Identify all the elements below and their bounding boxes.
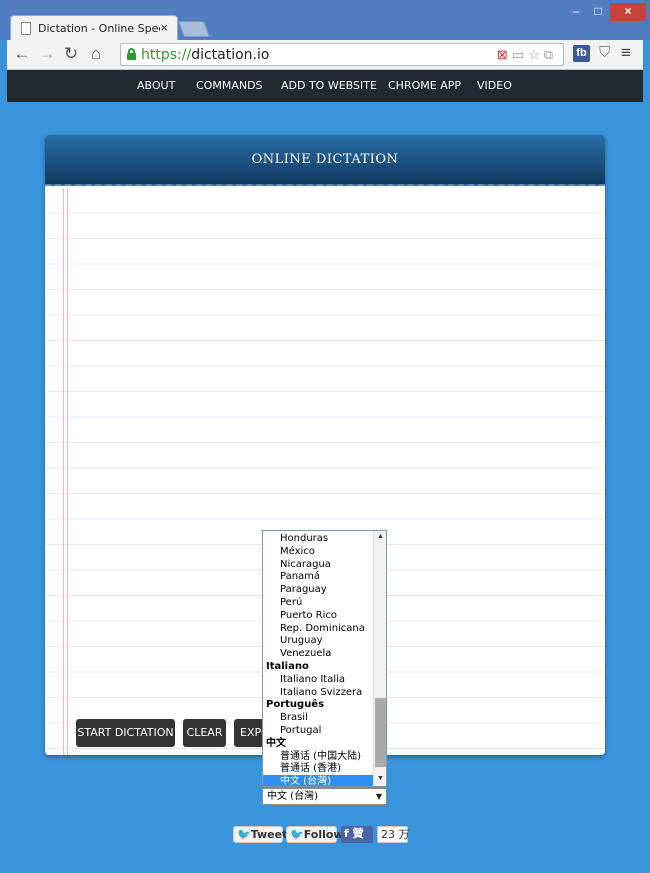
panel-header: ONLINE DICTATION — [45, 135, 605, 186]
dropdown-option[interactable]: Rep. Dominicana — [263, 622, 375, 635]
maximize-button[interactable]: □ — [586, 3, 610, 21]
language-select[interactable]: 中文 (台灣) ▼ — [262, 788, 387, 805]
dropdown-option[interactable]: 中文 (台灣) — [263, 775, 375, 786]
paper-margin-line — [63, 188, 68, 755]
facebook-like-button[interactable]: f 贊 — [341, 826, 373, 843]
clear-button[interactable]: CLEAR — [183, 719, 226, 747]
twitter-bird-icon: 🐦 — [237, 828, 251, 841]
shield-icon[interactable]: ⛉ — [599, 44, 610, 61]
dropdown-option[interactable]: Honduras — [263, 532, 375, 545]
dropdown-option[interactable]: Uruguay — [263, 634, 375, 647]
browser-titlebar: Dictation - Online Speec × – □ × — [0, 0, 650, 41]
page-title: ONLINE DICTATION — [251, 152, 399, 167]
menu-icon[interactable]: ≡ — [621, 43, 631, 63]
forward-arrow-icon[interactable]: → — [36, 44, 58, 64]
scroll-thumb[interactable] — [375, 698, 386, 767]
start-dictation-button[interactable]: START DICTATION — [76, 719, 175, 747]
facebook-extension-icon[interactable]: fb — [573, 45, 590, 62]
omnibox-action-icons[interactable]: ⊠▭☆⧉ — [497, 47, 557, 63]
nav-chrome-app[interactable]: CHROME APP — [388, 79, 461, 92]
dropdown-option[interactable]: Brasil — [263, 711, 375, 724]
minimize-button[interactable]: – — [564, 3, 588, 21]
scroll-up-icon[interactable]: ▲ — [377, 533, 384, 540]
follow-button[interactable]: 🐦Follow — [286, 826, 344, 843]
new-tab-button[interactable] — [178, 21, 210, 37]
lock-icon — [127, 48, 136, 60]
language-select-value: 中文 (台灣) — [267, 791, 318, 802]
dropdown-option[interactable]: 普通话 (中国大陆) — [263, 750, 375, 763]
nav-video[interactable]: VIDEO — [477, 79, 512, 92]
address-bar[interactable]: https://dictation.io ⊠▭☆⧉ — [120, 43, 564, 66]
dropdown-option[interactable]: Italiano Svizzera — [263, 686, 375, 699]
dropdown-option[interactable]: México — [263, 545, 375, 558]
dropdown-option[interactable]: Portugal — [263, 724, 375, 737]
chevron-down-icon: ▼ — [375, 792, 382, 801]
language-dropdown-list[interactable]: Honduras México Nicaragua Panamá Paraguay Per… — [262, 530, 387, 787]
home-icon[interactable]: ⌂ — [85, 44, 107, 64]
back-arrow-icon[interactable]: ← — [11, 44, 33, 64]
url-text: https://dictation.io — [141, 47, 270, 63]
facebook-f-icon: f — [344, 827, 353, 840]
nav-about[interactable]: ABOUT — [137, 79, 175, 92]
dropdown-group-label: 中文 — [266, 737, 286, 749]
facebook-like-count: 23 万 — [377, 826, 410, 843]
page-icon — [21, 22, 31, 35]
browser-tab[interactable]: Dictation - Online Speec × — [10, 15, 178, 41]
dropdown-group-label: Português — [266, 699, 325, 711]
twitter-bird-icon: 🐦 — [290, 828, 304, 841]
dropdown-group-label: Italiano — [266, 661, 309, 672]
tab-close-icon[interactable]: × — [160, 20, 168, 35]
nav-commands[interactable]: COMMANDS — [196, 79, 263, 92]
dropdown-option[interactable]: Panamá — [263, 570, 375, 583]
browser-toolbar: ← → ↻ ⌂ https://dictation.io ⊠▭☆⧉ fb ⛉ ≡ — [7, 40, 643, 70]
dropdown-option[interactable]: Venezuela — [263, 647, 375, 660]
scroll-down-icon[interactable]: ▼ — [377, 775, 384, 782]
site-navbar: ABOUT COMMANDS ADD TO WEBSITE CHROME APP… — [7, 70, 643, 102]
dropdown-scrollbar[interactable]: ▲ ▼ — [373, 531, 386, 786]
dropdown-option[interactable]: Italiano Italia — [263, 673, 375, 686]
dropdown-option[interactable]: Nicaragua — [263, 558, 375, 571]
dropdown-option[interactable]: Perú — [263, 596, 375, 609]
close-window-button[interactable]: × — [610, 3, 646, 21]
nav-add-to-website[interactable]: ADD TO WEBSITE — [281, 79, 377, 92]
dropdown-option[interactable]: Puerto Rico — [263, 609, 375, 622]
dropdown-option[interactable]: 普通话 (香港) — [263, 762, 375, 775]
tweet-button[interactable]: 🐦Tweet — [233, 826, 287, 843]
dropdown-option[interactable]: Paraguay — [263, 583, 375, 596]
tab-title: Dictation - Online Speec — [38, 22, 160, 35]
reload-icon[interactable]: ↻ — [60, 44, 82, 64]
